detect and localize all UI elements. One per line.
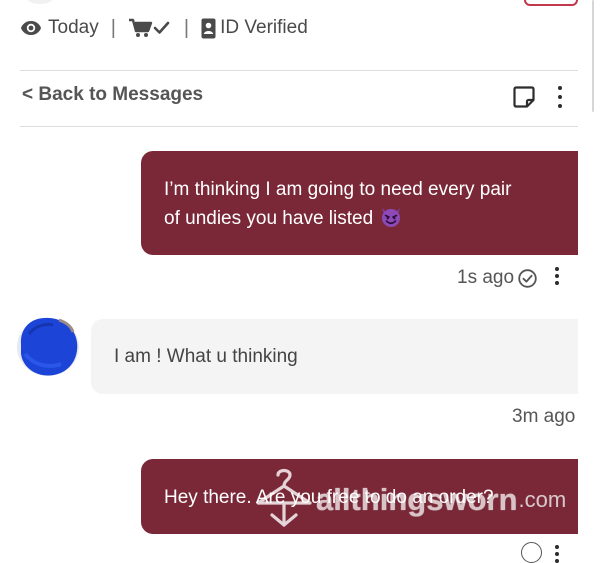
cart-check-icon [128,18,172,38]
check-circle-icon [521,542,542,563]
eye-icon [20,20,42,36]
note-icon[interactable] [513,86,535,108]
message-bubble-outgoing[interactable]: I’m thinking I am going to need every pa… [141,151,578,255]
more-vertical-icon[interactable] [553,267,561,285]
verified-label: ID Verified [220,17,308,38]
seen-label: Today [48,17,99,38]
message-text: I’m thinking I am going to need every pa… [164,179,512,229]
back-to-messages-link[interactable]: < Back to Messages [22,84,203,106]
divider [20,70,578,71]
status-row: Today | | ID Verified [20,14,308,42]
scrollbar[interactable] [592,0,594,112]
message-time: 1s ago [457,267,515,288]
check-circle-icon [518,268,537,288]
message-meta: 1s ago [457,266,537,290]
divider [20,126,578,127]
separator: | [110,16,116,39]
avatar[interactable] [15,314,81,378]
top-action-button-edge[interactable] [524,0,578,6]
separator: | [183,16,190,39]
message-bubble-incoming[interactable]: I am ! What u thinking [91,319,578,394]
message-bubble-outgoing[interactable]: Hey there. Are you free to do an order? [141,459,578,534]
message-text: Hey there. Are you free to do an order? [164,487,494,508]
message-time: 3m ago [512,406,576,427]
smiling-devil-emoji [379,204,403,228]
more-vertical-icon[interactable] [556,86,564,108]
top-avatar-edge [20,0,60,4]
message-text: I am ! What u thinking [114,346,298,367]
id-card-icon [201,18,216,39]
